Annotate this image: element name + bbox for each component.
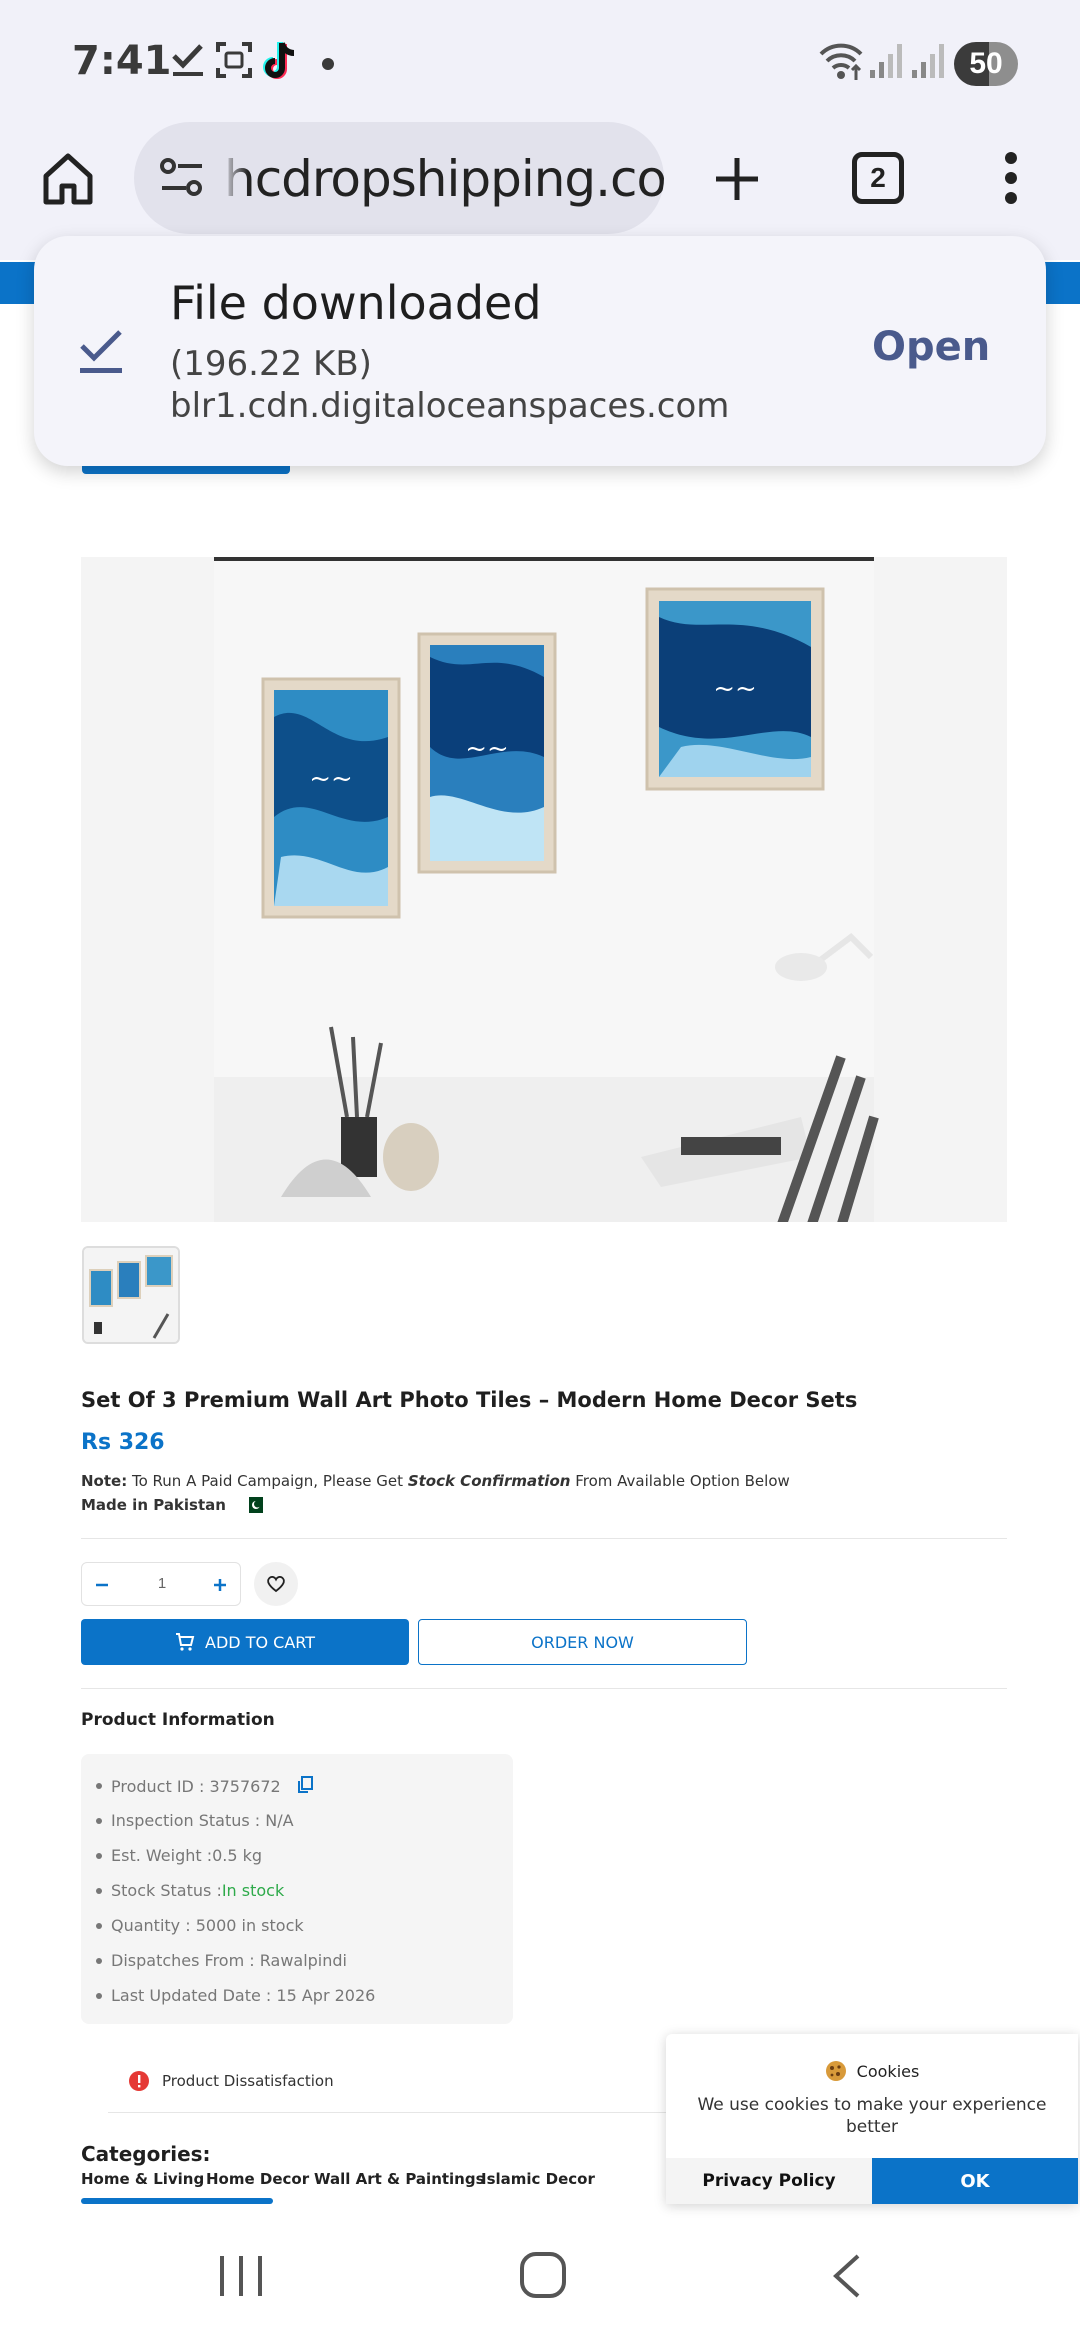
note-emphasis: Stock Confirmation: [407, 1472, 571, 1490]
product-thumbnail[interactable]: [82, 1246, 180, 1344]
recents-icon[interactable]: [216, 2254, 266, 2298]
download-toast: File downloaded (196.22 KB) blr1.cdn.dig…: [34, 236, 1046, 466]
heart-icon: [267, 1576, 285, 1593]
new-tab-icon[interactable]: [712, 154, 762, 204]
thumbnail-image: [84, 1248, 178, 1342]
back-icon[interactable]: [828, 2252, 864, 2300]
alert-icon: [129, 2071, 149, 2091]
weight-item: Est. Weight :0.5 kg: [95, 1846, 263, 1865]
made-in-label: Made in Pakistan: [81, 1496, 264, 1514]
stock-status-value: In stock: [221, 1881, 285, 1900]
wishlist-button[interactable]: [254, 1562, 298, 1606]
home-nav-icon[interactable]: [518, 2250, 568, 2300]
toast-file-size: (196.22 KB): [170, 344, 372, 384]
cookie-message: We use cookies to make your experience b…: [697, 2095, 1047, 2137]
pakistan-flag-icon: [245, 1497, 264, 1513]
toast-host: blr1.cdn.digitaloceanspaces.com: [170, 386, 730, 426]
note-label: Note:: [81, 1472, 128, 1490]
notification-dot: [322, 58, 334, 70]
task-done-icon: [172, 44, 203, 76]
dispatch-item: Dispatches From : Rawalpindi: [96, 1951, 347, 1970]
screenshot-icon: [216, 42, 252, 78]
tab-switcher-icon[interactable]: 2: [852, 152, 904, 204]
quantity-stepper: 1: [81, 1562, 241, 1606]
product-note: Note: To Run A Paid Campaign, Please Get…: [81, 1472, 790, 1490]
product-main-image[interactable]: ~~ ~~ ~~: [81, 557, 1007, 1229]
privacy-policy-button[interactable]: Privacy Policy: [666, 2158, 872, 2204]
system-nav-bar: [0, 2204, 1080, 2340]
svg-text:~~: ~~: [465, 734, 509, 764]
overflow-menu-icon[interactable]: [998, 150, 1024, 206]
cookie-ok-button[interactable]: OK: [872, 2158, 1078, 2204]
quantity-item: Quantity : 5000 in stock: [96, 1916, 304, 1935]
inspection-status-item: Inspection Status : N/A: [96, 1811, 294, 1830]
cookie-banner: Cookies We use cookies to make your expe…: [666, 2034, 1078, 2204]
category-link[interactable]: Home Decor: [206, 2170, 309, 2188]
category-link[interactable]: Wall Art & Paintings: [314, 2170, 485, 2188]
cookie-title-text: Cookies: [856, 2061, 920, 2081]
stock-status-label: Stock Status :: [111, 1881, 222, 1900]
product-info-list: Product ID : 3757672 Inspection Status :…: [81, 1754, 513, 2024]
add-to-cart-button[interactable]: ADD TO CART: [81, 1619, 409, 1665]
made-in-text: Made in Pakistan: [81, 1496, 226, 1514]
svg-text:~~: ~~: [309, 764, 353, 794]
battery-indicator: 50: [954, 42, 1018, 86]
add-to-cart-label: ADD TO CART: [205, 1632, 315, 1652]
toast-title: File downloaded: [170, 276, 542, 330]
cart-icon: [176, 1633, 195, 1651]
cookie-title: Cookies: [666, 2060, 1078, 2082]
divider: [108, 2112, 708, 2113]
download-check-icon: [80, 330, 122, 373]
open-download-button[interactable]: Open: [872, 324, 990, 370]
stock-status-item: Stock Status :In stock: [95, 1881, 285, 1900]
product-id-item: Product ID : 3757672: [96, 1776, 314, 1796]
site-settings-icon[interactable]: [158, 156, 206, 200]
status-bar: 7:41 50: [0, 0, 1080, 120]
address-bar[interactable]: hcdropshipping.com: [134, 122, 664, 234]
product-id-text: Product ID : 3757672: [111, 1777, 281, 1796]
url-text[interactable]: hcdropshipping.com: [224, 150, 664, 208]
url-fade: [222, 122, 248, 234]
cookie-icon: [825, 2061, 846, 2081]
product-dissatisfaction-link[interactable]: Product Dissatisfaction: [128, 2070, 334, 2092]
dissatisfaction-label: Product Dissatisfaction: [162, 2072, 334, 2090]
minus-icon[interactable]: [94, 1577, 110, 1593]
home-icon[interactable]: [40, 150, 96, 206]
wifi-icon: [819, 43, 863, 80]
categories-heading: Categories:: [81, 2142, 211, 2166]
category-link[interactable]: Home & Living: [81, 2170, 204, 2188]
divider: [81, 1538, 1007, 1539]
product-info-heading: Product Information: [81, 1710, 275, 1730]
divider: [81, 1688, 1007, 1689]
last-updated-item: Last Updated Date : 15 Apr 2026: [95, 1986, 376, 2005]
quantity-value[interactable]: 1: [142, 1575, 182, 1592]
copy-icon[interactable]: [296, 1776, 314, 1794]
svg-text:~~: ~~: [713, 674, 757, 704]
wall-art-photo: ~~ ~~ ~~: [214, 557, 879, 1229]
order-now-button[interactable]: ORDER NOW: [418, 1619, 747, 1665]
note-text-2: From Available Option Below: [575, 1472, 790, 1490]
signal-1-icon: [870, 44, 902, 78]
signal-2-icon: [912, 44, 944, 78]
tiktok-icon: [263, 42, 295, 79]
product-title: Set Of 3 Premium Wall Art Photo Tiles – …: [81, 1388, 858, 1412]
product-price: Rs 326: [81, 1430, 165, 1455]
category-link[interactable]: Islamic Decor: [481, 2170, 595, 2188]
plus-icon[interactable]: [212, 1577, 228, 1593]
note-text-1: To Run A Paid Campaign, Please Get: [131, 1472, 404, 1490]
status-time: 7:41: [72, 38, 172, 84]
